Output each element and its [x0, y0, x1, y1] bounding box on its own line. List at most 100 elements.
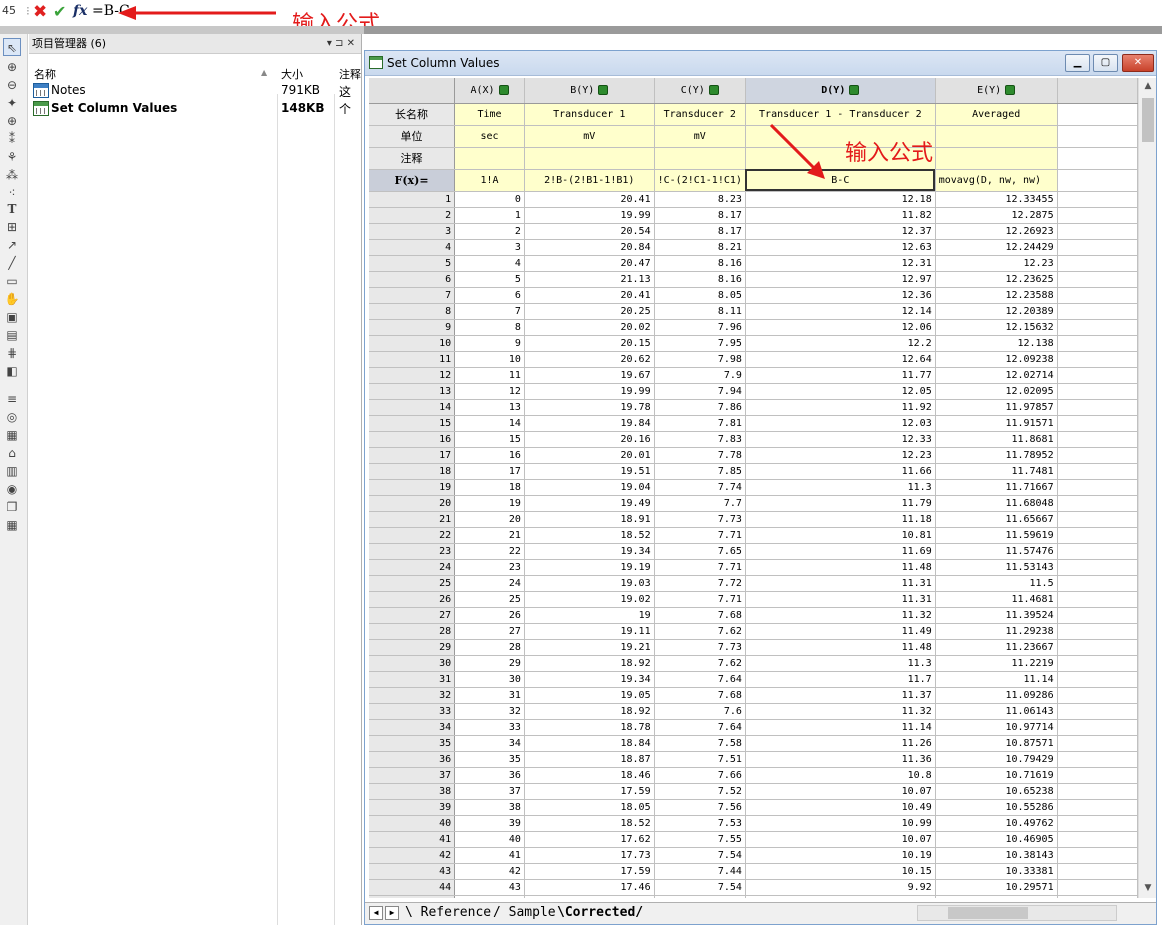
- data-cell[interactable]: 1: [454, 207, 525, 224]
- data-cell[interactable]: 19.19: [524, 559, 655, 576]
- data-cell[interactable]: 10.07: [745, 831, 936, 848]
- scroll-up-icon[interactable]: ▲: [1142, 81, 1154, 93]
- unit-cell[interactable]: mV: [524, 125, 655, 148]
- data-cell[interactable]: 20.62: [524, 351, 655, 368]
- row-header[interactable]: 2: [369, 207, 456, 224]
- row-header[interactable]: 10: [369, 335, 456, 352]
- data-cell[interactable]: 20.47: [524, 255, 655, 272]
- comment-cell[interactable]: [654, 147, 746, 170]
- corner-cell[interactable]: [369, 78, 456, 104]
- data-cell[interactable]: 7.6: [654, 703, 746, 720]
- data-cell[interactable]: 12.24429: [935, 239, 1058, 256]
- data-cell[interactable]: 11.2219: [935, 655, 1058, 672]
- data-cell[interactable]: 18.78: [524, 719, 655, 736]
- long-name-cell[interactable]: Transducer 1: [524, 103, 655, 126]
- data-cell[interactable]: 19.02: [524, 591, 655, 608]
- comment-cell[interactable]: [454, 147, 525, 170]
- data-cell[interactable]: 19.99: [524, 383, 655, 400]
- row-header[interactable]: 17: [369, 447, 456, 464]
- data-cell[interactable]: 11.18: [745, 511, 936, 528]
- region-select-icon[interactable]: ⁂: [3, 166, 21, 184]
- data-cell[interactable]: 7.66: [654, 767, 746, 784]
- data-cell[interactable]: 17.73: [524, 847, 655, 864]
- data-cell[interactable]: 12.97: [745, 271, 936, 288]
- data-cell[interactable]: 31: [454, 687, 525, 704]
- close-button[interactable]: ✕: [1122, 54, 1154, 72]
- fx-icon[interactable]: fx: [73, 3, 87, 19]
- maximize-button[interactable]: ▢: [1093, 54, 1118, 72]
- data-cell[interactable]: 18.92: [524, 655, 655, 672]
- data-cell[interactable]: 12.14: [745, 303, 936, 320]
- column-size-header[interactable]: 大小: [281, 66, 303, 82]
- data-cell[interactable]: 7.56: [654, 799, 746, 816]
- data-cell[interactable]: 11.48: [745, 559, 936, 576]
- row-header[interactable]: 30: [369, 655, 456, 672]
- long-name-cell[interactable]: Time: [454, 103, 525, 126]
- grid-icon[interactable]: ▦: [3, 516, 21, 534]
- row-header[interactable]: 42: [369, 847, 456, 864]
- data-cell[interactable]: 19.34: [524, 671, 655, 688]
- data-cell[interactable]: 10.81: [745, 527, 936, 544]
- column-header[interactable]: B(Y): [524, 78, 655, 104]
- record-icon[interactable]: ◉: [3, 480, 21, 498]
- row-header[interactable]: 14: [369, 399, 456, 416]
- data-cell[interactable]: 13: [454, 399, 525, 416]
- data-cell[interactable]: 40: [454, 831, 525, 848]
- data-cell[interactable]: 12.2875: [935, 207, 1058, 224]
- data-cell[interactable]: 12.64: [745, 351, 936, 368]
- row-header[interactable]: 37: [369, 767, 456, 784]
- long-name-cell[interactable]: Averaged: [935, 103, 1058, 126]
- data-cell[interactable]: 11.31: [745, 575, 936, 592]
- unit-cell[interactable]: [935, 125, 1058, 148]
- data-cell[interactable]: 38: [454, 799, 525, 816]
- data-cell[interactable]: 11.3: [745, 479, 936, 496]
- data-cell[interactable]: 17: [454, 463, 525, 480]
- column-header[interactable]: A(X): [454, 78, 525, 104]
- data-cell[interactable]: 19.49: [524, 495, 655, 512]
- row-header[interactable]: 18: [369, 463, 456, 480]
- data-cell[interactable]: 20.01: [524, 447, 655, 464]
- data-cell[interactable]: 20.16: [524, 431, 655, 448]
- data-cell[interactable]: 18.92: [524, 703, 655, 720]
- data-cell[interactable]: 18.46: [524, 767, 655, 784]
- table-tool-icon[interactable]: ⊞: [3, 218, 21, 236]
- data-cell[interactable]: 7.78: [654, 447, 746, 464]
- data-cell[interactable]: 16.79: [524, 895, 655, 898]
- data-cell[interactable]: 11.23667: [935, 639, 1058, 656]
- data-cell[interactable]: 8.17: [654, 223, 746, 240]
- data-cell[interactable]: 0: [454, 191, 525, 208]
- data-cell[interactable]: 18.05: [524, 799, 655, 816]
- data-cell[interactable]: 12.33455: [935, 191, 1058, 208]
- data-cell[interactable]: 7.58: [654, 735, 746, 752]
- data-cell[interactable]: 20.41: [524, 287, 655, 304]
- window-titlebar[interactable]: Set Column Values ▁ ▢ ✕: [365, 51, 1156, 76]
- check-icon[interactable]: ✔: [53, 2, 66, 21]
- comment-cell[interactable]: [935, 147, 1058, 170]
- data-cell[interactable]: 11.77: [745, 367, 936, 384]
- data-cell[interactable]: 7.64: [654, 719, 746, 736]
- data-cell[interactable]: 7.7: [654, 495, 746, 512]
- data-cell[interactable]: 11.66: [745, 463, 936, 480]
- data-cell[interactable]: 20.02: [524, 319, 655, 336]
- data-cell[interactable]: 18: [454, 479, 525, 496]
- data-cell[interactable]: 7.62: [654, 655, 746, 672]
- data-cell[interactable]: 6: [454, 287, 525, 304]
- data-cell[interactable]: 11.48: [745, 639, 936, 656]
- tab-sample[interactable]: / Sample: [493, 905, 556, 920]
- data-cell[interactable]: 19.78: [524, 399, 655, 416]
- row-header[interactable]: 31: [369, 671, 456, 688]
- data-cell[interactable]: 7.62: [654, 623, 746, 640]
- comment-cell[interactable]: [524, 147, 655, 170]
- data-cell[interactable]: 11.65667: [935, 511, 1058, 528]
- data-cell[interactable]: 7.71: [654, 591, 746, 608]
- data-reader-icon[interactable]: ⊕: [3, 112, 21, 130]
- data-cell[interactable]: 11.36: [745, 751, 936, 768]
- data-cell[interactable]: 7.68: [654, 607, 746, 624]
- data-cell[interactable]: 11.92: [745, 399, 936, 416]
- row-header[interactable]: 20: [369, 495, 456, 512]
- calendar-icon[interactable]: ▦: [3, 426, 21, 444]
- data-cell[interactable]: 15: [454, 431, 525, 448]
- data-cell[interactable]: 12.33: [745, 431, 936, 448]
- data-cell[interactable]: 11.4681: [935, 591, 1058, 608]
- row-header[interactable]: 25: [369, 575, 456, 592]
